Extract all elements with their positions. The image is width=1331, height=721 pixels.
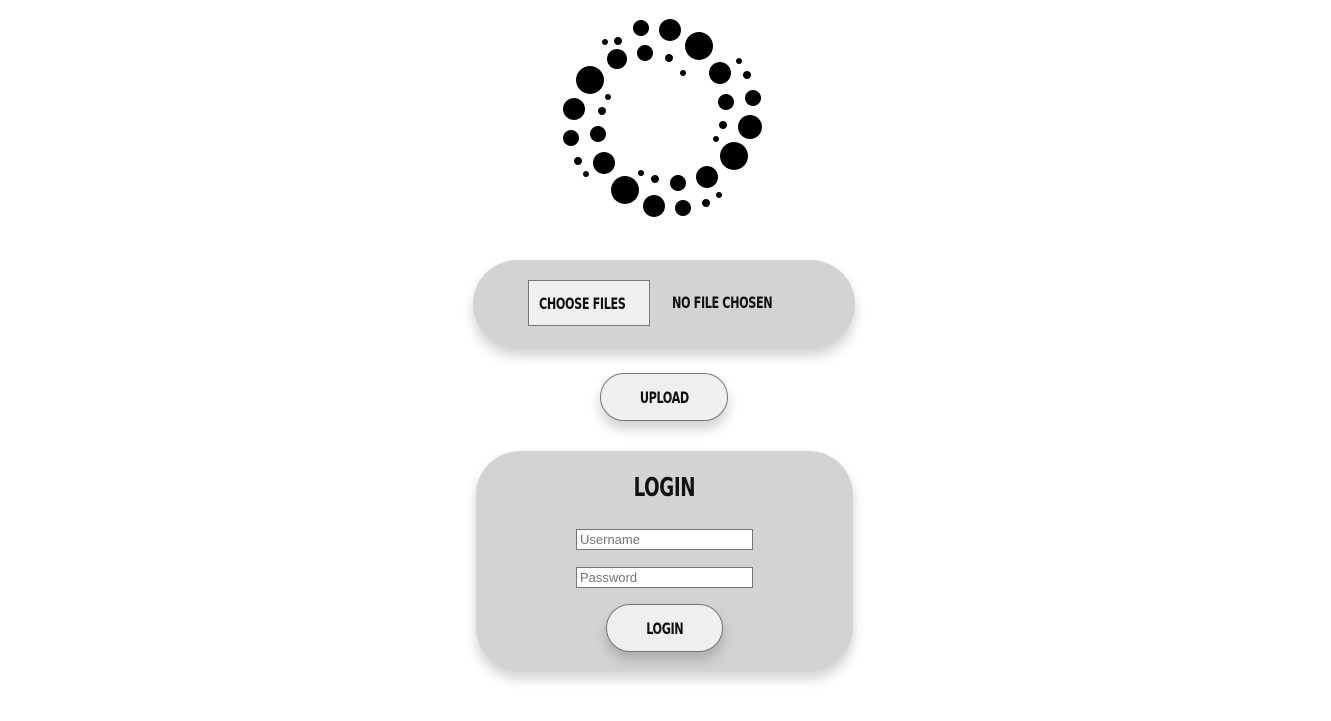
- logo-dot: [576, 66, 604, 94]
- login-title: LOGIN: [476, 473, 853, 503]
- logo-dot: [637, 45, 653, 61]
- choose-files-button[interactable]: Choose Files: [528, 280, 650, 326]
- logo-dot: [743, 71, 751, 79]
- logo-dot: [665, 54, 673, 62]
- login-panel: LOGIN LOGIN: [476, 451, 853, 671]
- logo-dot: [611, 176, 639, 204]
- logo-dot: [563, 130, 579, 146]
- logo-dot: [605, 94, 611, 100]
- logo-dot: [719, 121, 727, 129]
- logo-dot: [633, 20, 649, 36]
- upload-button[interactable]: UPLOAD: [600, 373, 728, 421]
- logo-dot: [738, 115, 762, 139]
- logo-dot: [614, 37, 622, 45]
- logo-dot: [643, 195, 665, 217]
- logo-dot: [598, 107, 606, 115]
- logo-dot: [563, 98, 585, 120]
- logo-dot: [745, 90, 761, 106]
- file-status-text: No file chosen: [672, 293, 773, 312]
- logo-dot: [709, 62, 731, 84]
- logo-dot: [659, 19, 681, 41]
- logo-dot: [593, 152, 615, 174]
- logo-dot: [696, 166, 718, 188]
- upload-button-label: UPLOAD: [639, 387, 689, 407]
- logo-dot: [736, 58, 742, 64]
- logo-dot: [651, 175, 659, 183]
- page: Choose Files No file chosen UPLOAD LOGIN…: [0, 0, 1331, 721]
- logo-dot: [583, 171, 589, 177]
- logo-dot: [670, 175, 686, 191]
- login-button[interactable]: LOGIN: [606, 604, 723, 652]
- file-upload-panel: Choose Files No file chosen: [473, 260, 855, 348]
- username-input[interactable]: [576, 529, 753, 550]
- logo-dot: [675, 200, 691, 216]
- logo-dot: [713, 136, 719, 142]
- logo-dot: [685, 32, 713, 60]
- logo-dot: [574, 157, 582, 165]
- logo-dot: [718, 94, 734, 110]
- login-title-text: LOGIN: [633, 473, 696, 503]
- choose-files-label: Choose Files: [539, 293, 626, 313]
- logo-dot: [602, 39, 608, 45]
- login-button-label: LOGIN: [645, 618, 684, 638]
- logo-dot: [720, 142, 748, 170]
- logo-dot: [638, 170, 644, 176]
- logo-dot: [702, 199, 710, 207]
- password-input[interactable]: [576, 567, 753, 588]
- dotted-ring-logo-icon: [563, 19, 762, 217]
- logo-dot: [680, 70, 686, 76]
- logo-dot: [607, 49, 627, 69]
- logo-dot: [716, 192, 722, 198]
- logo-dot: [590, 126, 606, 142]
